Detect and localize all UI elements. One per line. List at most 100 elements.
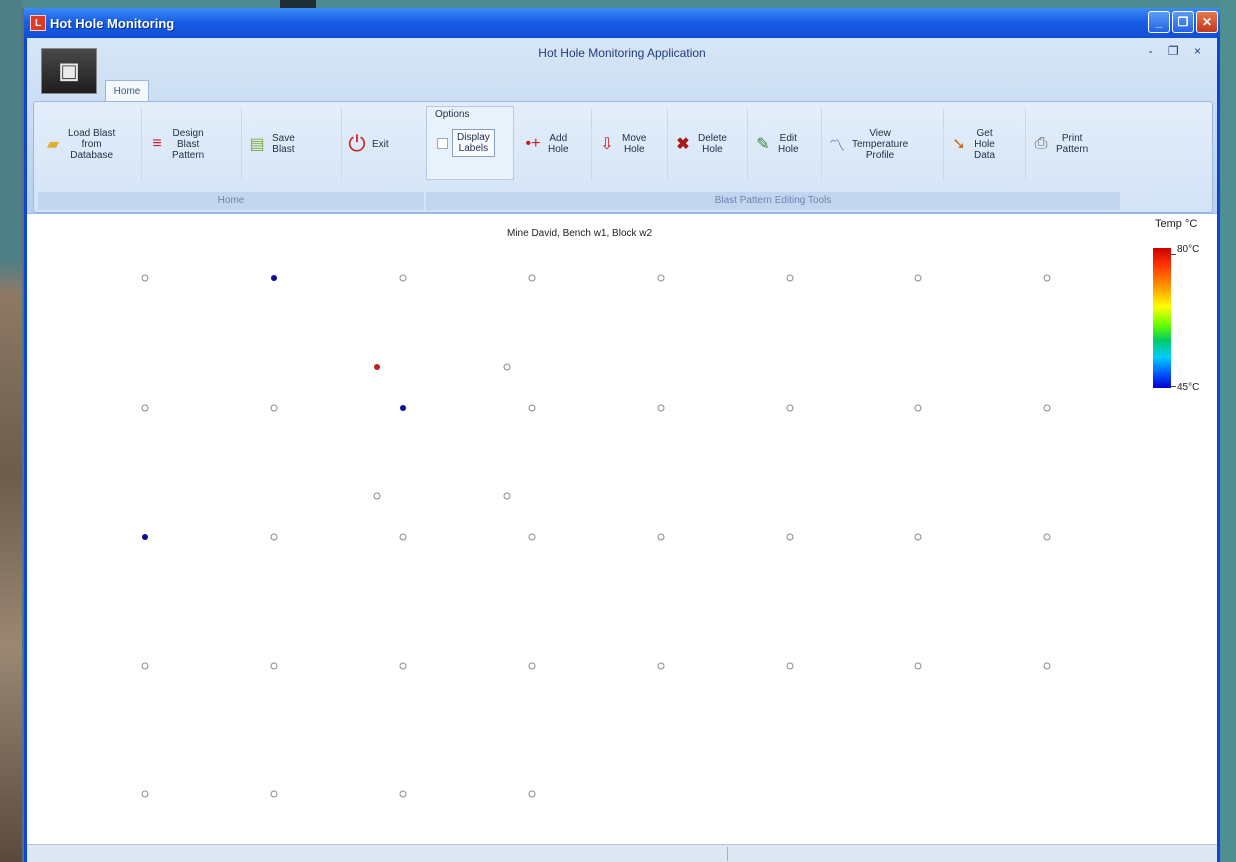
tab-home[interactable]: Home <box>105 80 149 102</box>
maximize-button[interactable]: ❐ <box>1172 11 1194 33</box>
app-logo-icon[interactable]: L <box>30 15 46 31</box>
save-blast-button[interactable]: ▤ Save Blast <box>242 108 342 180</box>
window-title: Hot Hole Monitoring <box>50 15 175 31</box>
list-icon: ≡ <box>152 135 162 152</box>
blast-hole[interactable] <box>270 790 278 798</box>
blast-hole[interactable] <box>657 274 665 282</box>
blast-hole[interactable] <box>914 274 922 282</box>
options-panel: Options Display Labels <box>426 106 514 180</box>
title-bar[interactable]: L Hot Hole Monitoring _ ❐ ✕ <box>24 8 1220 38</box>
blast-hole[interactable] <box>503 363 511 371</box>
blast-hole[interactable] <box>270 533 278 541</box>
blast-hole[interactable] <box>270 662 278 670</box>
add-hole-label: Add Hole <box>548 133 569 155</box>
power-icon: ⏻ <box>348 131 366 156</box>
exit-button[interactable]: ⏻ Exit <box>342 108 422 180</box>
blast-hole[interactable] <box>374 364 380 370</box>
printer-icon: ⎙ <box>1034 135 1048 152</box>
move-hole-label: Move Hole <box>622 133 647 155</box>
minimize-button[interactable]: _ <box>1148 11 1170 33</box>
close-button[interactable]: ✕ <box>1196 11 1218 33</box>
blast-hole[interactable] <box>786 533 794 541</box>
temperature-color-scale <box>1153 248 1171 388</box>
get-hole-data-button[interactable]: ➘ Get Hole Data <box>944 108 1026 180</box>
blast-hole[interactable] <box>528 662 536 670</box>
add-hole-button[interactable]: •+ Add Hole <box>518 108 592 180</box>
ribbon-panel: ▰ Load Blast from Database ≡ Design Blas… <box>33 101 1213 213</box>
blast-hole[interactable] <box>399 274 407 282</box>
delete-hole-button[interactable]: ✖ Delete Hole <box>668 108 748 180</box>
application-caption: Hot Hole Monitoring Application <box>538 46 706 60</box>
blast-hole[interactable] <box>1043 274 1051 282</box>
blast-hole[interactable] <box>914 533 922 541</box>
blast-hole[interactable] <box>399 790 407 798</box>
ribbon-group-home: ▰ Load Blast from Database ≡ Design Blas… <box>38 106 424 210</box>
window-controls: _ ❐ ✕ <box>1148 11 1218 33</box>
blast-hole[interactable] <box>373 492 381 500</box>
add-hole-icon: •+ <box>525 135 541 152</box>
line-chart-icon: 〽 <box>828 138 845 155</box>
delete-hole-label: Delete Hole <box>698 133 727 155</box>
blast-hole[interactable] <box>528 274 536 282</box>
blast-hole[interactable] <box>270 404 278 412</box>
blast-hole[interactable] <box>141 662 149 670</box>
group-label-home: Home <box>38 192 424 210</box>
blast-hole[interactable] <box>1043 404 1051 412</box>
status-separator <box>727 847 728 861</box>
design-blast-button[interactable]: ≡ Design Blast Pattern <box>142 108 242 180</box>
blast-pattern-canvas[interactable]: Mine David, Bench w1, Block w2 Temp °C 8… <box>27 214 1217 844</box>
blast-hole[interactable] <box>141 404 149 412</box>
blast-hole[interactable] <box>142 534 148 540</box>
load-blast-label: Load Blast from Database <box>68 127 116 161</box>
ribbon: Hot Hole Monitoring Application - ❐ × ▣ … <box>27 38 1217 214</box>
blast-hole[interactable] <box>1043 533 1051 541</box>
blast-hole[interactable] <box>657 533 665 541</box>
mdi-window-controls[interactable]: - ❐ × <box>1149 44 1207 58</box>
legend-tick-max <box>1171 254 1176 255</box>
blast-hole[interactable] <box>399 533 407 541</box>
blast-hole[interactable] <box>141 274 149 282</box>
blast-hole[interactable] <box>1043 662 1051 670</box>
display-labels-label: Display Labels <box>452 129 495 157</box>
blast-hole[interactable] <box>914 662 922 670</box>
blast-hole[interactable] <box>399 662 407 670</box>
save-icon: ▤ <box>249 136 265 153</box>
legend-max-label: 80°C <box>1177 244 1200 255</box>
options-title: Options <box>435 109 470 120</box>
load-blast-button[interactable]: ▰ Load Blast from Database <box>38 108 142 180</box>
move-hole-button[interactable]: ⇩ Move Hole <box>592 108 668 180</box>
move-hole-icon: ⇩ <box>600 136 614 153</box>
blast-hole[interactable] <box>914 404 922 412</box>
blast-hole[interactable] <box>271 275 277 281</box>
delete-x-icon: ✖ <box>676 136 690 153</box>
blast-hole[interactable] <box>657 404 665 412</box>
group-label-blast-tools: Blast Pattern Editing Tools <box>426 192 1120 210</box>
blast-hole[interactable] <box>786 274 794 282</box>
view-temperature-profile-button[interactable]: 〽 View Temperature Profile <box>822 108 944 180</box>
folder-icon: ▰ <box>46 136 60 153</box>
blast-hole[interactable] <box>786 662 794 670</box>
application-menu-button[interactable]: ▣ <box>41 48 97 94</box>
blast-hole[interactable] <box>657 662 665 670</box>
blast-hole[interactable] <box>786 404 794 412</box>
display-labels-checkbox[interactable] <box>437 137 448 149</box>
desktop-background-right <box>1220 0 1236 862</box>
edit-hole-label: Edit Hole <box>778 133 799 155</box>
legend-title: Temp °C <box>1155 218 1198 230</box>
blast-hole[interactable] <box>528 533 536 541</box>
blast-hole[interactable] <box>141 790 149 798</box>
desktop-background-top <box>0 0 1236 8</box>
blast-hole[interactable] <box>528 790 536 798</box>
app-window: L Hot Hole Monitoring _ ❐ ✕ Hot Hole Mon… <box>24 8 1220 862</box>
app-menu-icon: ▣ <box>58 58 80 83</box>
view-temperature-profile-label: View Temperature Profile <box>852 127 909 161</box>
status-bar <box>27 844 1217 862</box>
blast-hole[interactable] <box>400 405 406 411</box>
display-labels-toggle[interactable]: Display Labels <box>437 129 495 157</box>
print-pattern-button[interactable]: ⎙ Print Pattern <box>1026 108 1118 180</box>
save-blast-label: Save Blast <box>272 133 295 155</box>
ribbon-group-blast-tools: Options Display Labels •+ Add Hole ⇩ Mov… <box>426 106 1120 210</box>
blast-hole[interactable] <box>503 492 511 500</box>
blast-hole[interactable] <box>528 404 536 412</box>
edit-hole-button[interactable]: ✎ Edit Hole <box>748 108 822 180</box>
